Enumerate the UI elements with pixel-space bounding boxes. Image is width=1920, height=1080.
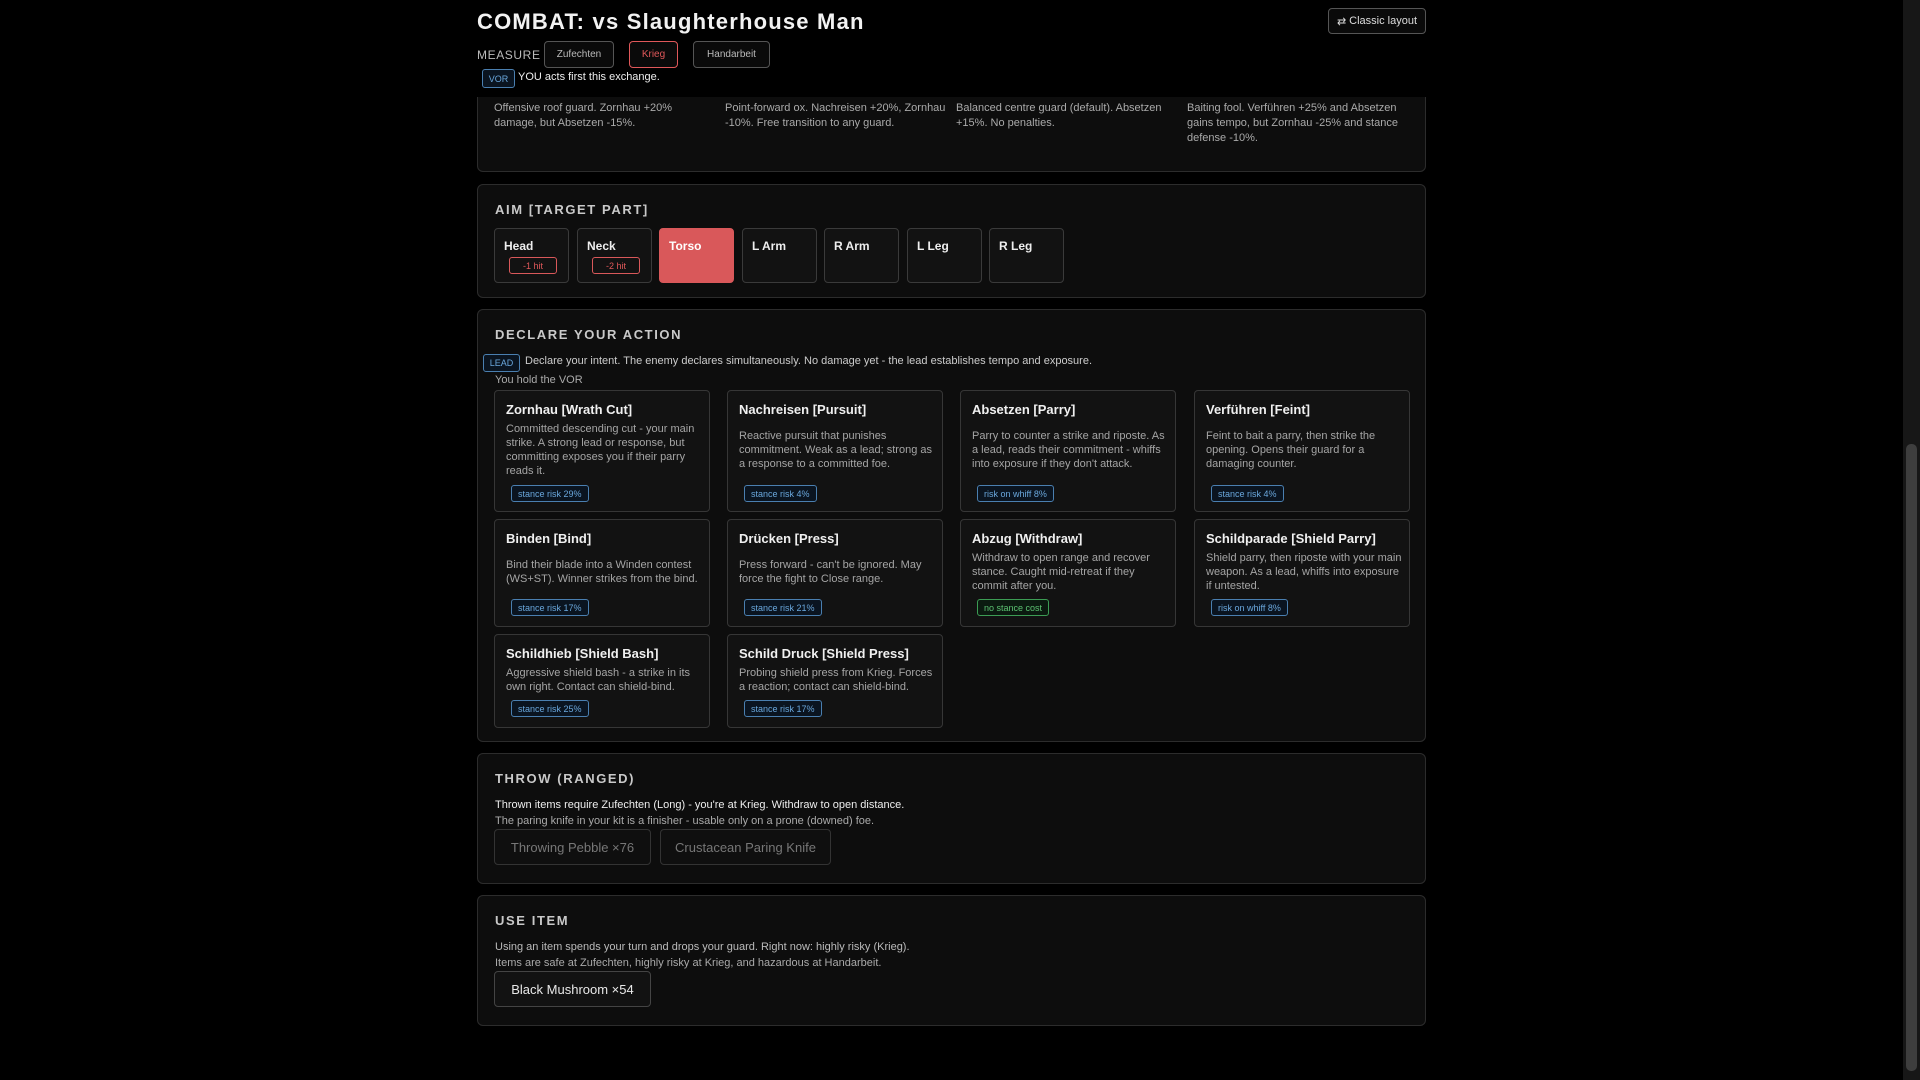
- action-desc: Aggressive shield bash - a strike in its…: [506, 667, 691, 693]
- action-desc: Withdraw to open range and recover stanc…: [972, 552, 1150, 592]
- no-stance-cost-badge: no stance cost: [977, 599, 1050, 616]
- action-card-zornhau[interactable]: Zornhau [Wrath Cut] Committed descending…: [494, 390, 710, 512]
- action-desc: Reactive pursuit that punishes commitmen…: [739, 430, 932, 470]
- action-card-schildparade[interactable]: Schildparade [Shield Parry] Shield parry…: [1194, 519, 1410, 627]
- action-name: Absetzen [Parry]: [972, 402, 1076, 417]
- stance-desc-1: Offensive roof guard. Zornhau +20% damag…: [494, 102, 673, 129]
- hit-modifier-badge: -2 hit: [592, 257, 640, 274]
- action-desc: Press forward - can't be ignored. May fo…: [739, 559, 922, 585]
- stance-desc-4: Baiting fool. Verführen +25% and Absetze…: [1187, 102, 1398, 144]
- vor-status-text: YOU acts first this exchange.: [518, 71, 660, 83]
- page-title: COMBAT: vs Slaughterhouse Man: [477, 9, 865, 34]
- page-scrollbar[interactable]: [1903, 0, 1920, 1080]
- measure-zufechten-button[interactable]: Zufechten: [544, 41, 614, 68]
- stance-desc-3: Balanced centre guard (default). Absetze…: [956, 102, 1162, 129]
- whiff-risk-badge: risk on whiff 8%: [977, 485, 1054, 502]
- stance-risk-badge: stance risk 29%: [511, 485, 589, 502]
- declare-title: DECLARE YOUR ACTION: [495, 327, 683, 342]
- aim-part-r-leg[interactable]: R Leg: [989, 228, 1064, 283]
- swap-icon: ⇄: [1336, 15, 1347, 28]
- action-card-schild-druck[interactable]: Schild Druck [Shield Press] Probing shie…: [727, 634, 943, 728]
- action-name: Schild Druck [Shield Press]: [739, 646, 909, 661]
- measure-label: MEASURE: [477, 48, 541, 62]
- action-name: Binden [Bind]: [506, 531, 592, 546]
- vor-tag: VOR: [482, 69, 515, 88]
- black-mushroom-button[interactable]: Black Mushroom ×54: [494, 971, 651, 1007]
- item-safety-note: Items are safe at Zufechten, highly risk…: [495, 957, 882, 969]
- part-name: Torso: [669, 239, 702, 253]
- action-desc: Probing shield press from Krieg. Forces …: [739, 667, 933, 693]
- aim-part-r-arm[interactable]: R Arm: [824, 228, 899, 283]
- action-name: Zornhau [Wrath Cut]: [506, 402, 633, 417]
- combat-header: COMBAT: vs Slaughterhouse Man ⇄ Classic …: [477, 0, 1426, 97]
- stance-panel: Offensive roof guard. Zornhau +20% damag…: [477, 71, 1426, 172]
- stance-risk-badge: stance risk 21%: [744, 599, 822, 616]
- part-name: Neck: [587, 239, 616, 253]
- classic-layout-button[interactable]: ⇄ Classic layout: [1328, 8, 1426, 34]
- aim-title: AIM [TARGET PART]: [495, 202, 649, 217]
- stance-risk-badge: stance risk 25%: [511, 700, 589, 717]
- stance-risk-badge: stance risk 4%: [744, 485, 817, 502]
- throw-panel: THROW (RANGED) Thrown items require Zufe…: [477, 753, 1426, 884]
- aim-part-neck[interactable]: Neck -2 hit: [577, 228, 652, 283]
- action-desc: Feint to bait a parry, then strike the o…: [1206, 430, 1376, 470]
- part-name: L Arm: [752, 239, 787, 253]
- action-card-nachreisen[interactable]: Nachreisen [Pursuit] Reactive pursuit th…: [727, 390, 943, 512]
- vor-hold-text: You hold the VOR: [495, 374, 583, 386]
- aim-panel: AIM [TARGET PART] Head -1 hit Neck -2 hi…: [477, 184, 1426, 298]
- part-name: R Arm: [834, 239, 870, 253]
- stance-risk-badge: stance risk 17%: [744, 700, 822, 717]
- declare-action-panel: DECLARE YOUR ACTION LEAD Declare your in…: [477, 309, 1426, 742]
- action-desc: Parry to counter a strike and riposte. A…: [972, 430, 1165, 470]
- paring-knife-button[interactable]: Crustacean Paring Knife: [660, 829, 831, 865]
- lead-tag: LEAD: [483, 354, 520, 372]
- action-desc: Shield parry, then riposte with your mai…: [1206, 552, 1402, 592]
- part-name: L Leg: [917, 239, 949, 253]
- action-name: Verführen [Feint]: [1206, 402, 1311, 417]
- use-item-title: USE ITEM: [495, 913, 570, 928]
- whiff-risk-badge: risk on whiff 8%: [1211, 599, 1288, 616]
- action-name: Drücken [Press]: [739, 531, 839, 546]
- action-card-abzug[interactable]: Abzug [Withdraw] Withdraw to open range …: [960, 519, 1176, 627]
- throw-title: THROW (RANGED): [495, 771, 636, 786]
- aim-part-l-leg[interactable]: L Leg: [907, 228, 982, 283]
- action-name: Schildhieb [Shield Bash]: [506, 646, 659, 661]
- use-item-panel: USE ITEM Using an item spends your turn …: [477, 895, 1426, 1026]
- measure-handarbeit-button[interactable]: Handarbeit: [693, 41, 770, 68]
- classic-layout-label: Classic layout: [1349, 15, 1418, 27]
- lead-description: Declare your intent. The enemy declares …: [525, 355, 1093, 367]
- action-name: Schildparade [Shield Parry]: [1206, 531, 1376, 546]
- action-card-binden[interactable]: Binden [Bind] Bind their blade into a Wi…: [494, 519, 710, 627]
- aim-part-torso[interactable]: Torso: [659, 228, 734, 283]
- action-card-verfuhren[interactable]: Verführen [Feint] Feint to bait a parry,…: [1194, 390, 1410, 512]
- measure-krieg-button[interactable]: Krieg: [629, 41, 678, 68]
- throwing-pebble-button[interactable]: Throwing Pebble ×76: [494, 829, 651, 865]
- part-name: R Leg: [999, 239, 1033, 253]
- action-card-schildhieb[interactable]: Schildhieb [Shield Bash] Aggressive shie…: [494, 634, 710, 728]
- action-name: Nachreisen [Pursuit]: [739, 402, 867, 417]
- item-risk-note: Using an item spends your turn and drops…: [495, 941, 910, 953]
- stance-risk-badge: stance risk 17%: [511, 599, 589, 616]
- hit-modifier-badge: -1 hit: [509, 257, 557, 274]
- action-desc: Bind their blade into a Winden contest (…: [506, 559, 698, 585]
- action-card-drucken[interactable]: Drücken [Press] Press forward - can't be…: [727, 519, 943, 627]
- action-card-absetzen[interactable]: Absetzen [Parry] Parry to counter a stri…: [960, 390, 1176, 512]
- scrollbar-thumb[interactable]: [1906, 444, 1917, 1071]
- action-name: Abzug [Withdraw]: [972, 531, 1083, 546]
- stance-desc-2: Point-forward ox. Nachreisen +20%, Zornh…: [725, 102, 946, 129]
- aim-part-head[interactable]: Head -1 hit: [494, 228, 569, 283]
- action-desc: Committed descending cut - your main str…: [506, 423, 695, 477]
- part-name: Head: [504, 239, 534, 253]
- paring-knife-note: The paring knife in your kit is a finish…: [495, 815, 875, 827]
- throw-range-note: Thrown items require Zufechten (Long) - …: [495, 799, 905, 811]
- stance-risk-badge: stance risk 4%: [1211, 485, 1284, 502]
- aim-part-l-arm[interactable]: L Arm: [742, 228, 817, 283]
